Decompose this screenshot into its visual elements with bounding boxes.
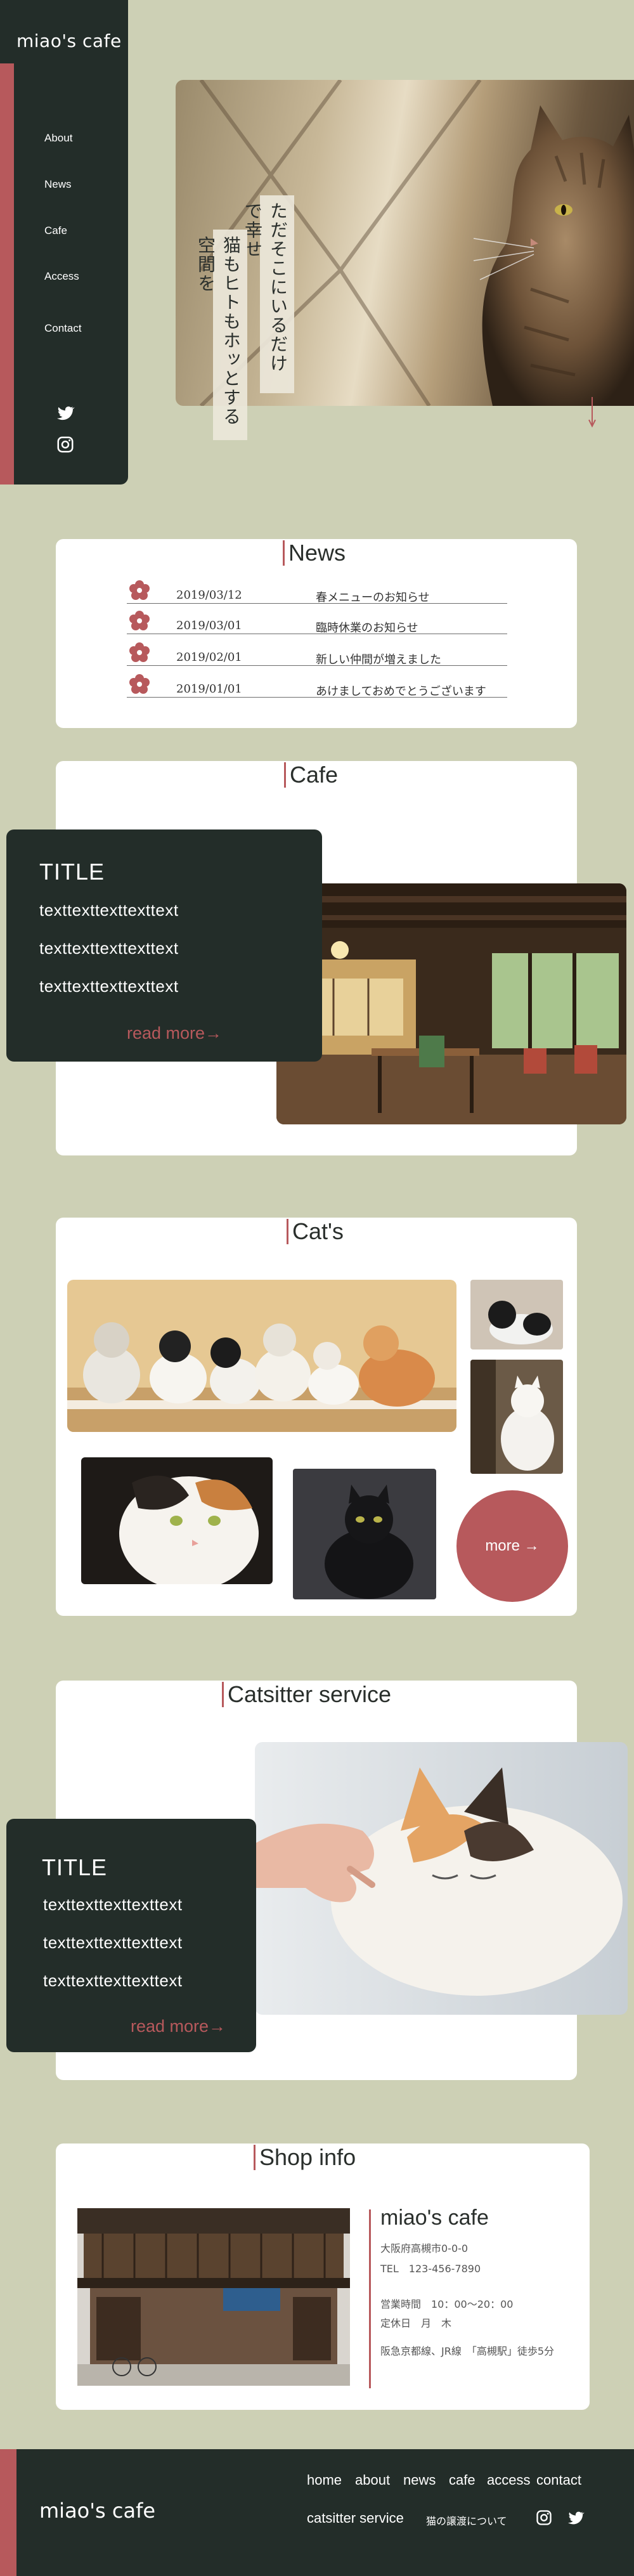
news-section-title: News bbox=[283, 540, 346, 566]
catsitter-info-box: TITLE texttexttexttexttext texttexttextt… bbox=[6, 1819, 256, 2052]
twitter-icon[interactable] bbox=[56, 403, 75, 422]
news-item[interactable]: 2019/03/12 春メニューのお知らせ bbox=[127, 578, 507, 604]
hero-tagline-2: 猫もヒトもホッとする空間を bbox=[195, 230, 247, 440]
nav-about[interactable]: About bbox=[44, 132, 72, 145]
scroll-indicator-icon bbox=[588, 397, 596, 427]
instagram-icon[interactable] bbox=[56, 435, 75, 454]
catsitter-photo bbox=[255, 1742, 628, 2015]
cat-photo-white bbox=[470, 1360, 563, 1474]
news-date: 2019/03/12 bbox=[176, 589, 242, 602]
footer-link-about[interactable]: about bbox=[355, 2472, 390, 2488]
shop-accent-bar bbox=[369, 2209, 371, 2388]
sidebar-accent-bar bbox=[0, 63, 14, 485]
footer-link-catsitter[interactable]: catsitter service bbox=[307, 2510, 404, 2527]
news-link[interactable]: 春メニューのお知らせ bbox=[316, 589, 430, 605]
footer-logo[interactable]: miao's cafe bbox=[39, 2499, 155, 2523]
cat-photo-black bbox=[293, 1469, 436, 1599]
news-item[interactable]: 2019/03/01 臨時休業のお知らせ bbox=[127, 609, 507, 635]
cats-section-title: Cat's bbox=[287, 1219, 344, 1244]
cafe-box-text-line: texttexttexttexttext bbox=[39, 939, 179, 958]
news-link[interactable]: 臨時休業のお知らせ bbox=[316, 619, 418, 635]
footer-link-contact[interactable]: contact bbox=[536, 2472, 581, 2488]
shop-access: 阪急京都線、JR線 「高槻駅」徒歩5分 bbox=[380, 2345, 555, 2357]
news-date: 2019/02/01 bbox=[176, 651, 242, 664]
footer-link-home[interactable]: home bbox=[307, 2472, 342, 2488]
hero-tagline-1: ただそこにいるだけで幸せ bbox=[242, 195, 294, 393]
flower-bullet-icon bbox=[129, 580, 150, 600]
cats-more-button[interactable]: more → bbox=[456, 1490, 568, 1602]
footer-link-news[interactable]: news bbox=[403, 2472, 436, 2488]
cat-photo-bw bbox=[470, 1280, 563, 1350]
catsitter-section-title: Catsitter service bbox=[222, 1682, 391, 1707]
shop-name: miao's cafe bbox=[380, 2206, 489, 2230]
flower-bullet-icon bbox=[129, 642, 150, 662]
news-link[interactable]: 新しい仲間が増えました bbox=[316, 651, 441, 667]
nav-cafe[interactable]: Cafe bbox=[44, 224, 67, 237]
cafe-box-text-line: texttexttexttexttext bbox=[39, 977, 179, 996]
footer: miao's cafe home about news cafe access … bbox=[0, 2449, 634, 2576]
shop-section-title: Shop info bbox=[254, 2145, 356, 2170]
footer-link-access[interactable]: access bbox=[487, 2472, 530, 2488]
instagram-icon[interactable] bbox=[535, 2509, 553, 2527]
cat-photo-calico bbox=[81, 1457, 273, 1584]
site-logo[interactable]: miao's cafe bbox=[16, 30, 122, 51]
shop-exterior-photo bbox=[77, 2208, 350, 2386]
sidebar: miao's cafe About News Cafe Access Conta… bbox=[0, 0, 128, 485]
footer-link-cafe[interactable]: cafe bbox=[449, 2472, 476, 2488]
twitter-icon[interactable] bbox=[567, 2509, 585, 2527]
catsitter-box-text-line: texttexttexttexttext bbox=[43, 1895, 183, 1914]
cafe-section-title: Cafe bbox=[284, 762, 338, 788]
nav-news[interactable]: News bbox=[44, 178, 72, 191]
news-link[interactable]: あけましておめでとうございます bbox=[316, 682, 486, 699]
flower-bullet-icon bbox=[129, 611, 150, 630]
footer-link-adoption[interactable]: 猫の譲渡について bbox=[426, 2513, 507, 2528]
cafe-box-text-line: texttexttexttexttext bbox=[39, 901, 179, 920]
nav-contact[interactable]: Contact bbox=[44, 322, 82, 335]
news-date: 2019/01/01 bbox=[176, 682, 242, 696]
cafe-read-more-link[interactable]: read more→ bbox=[127, 1024, 222, 1043]
nav-access[interactable]: Access bbox=[44, 270, 79, 283]
news-item[interactable]: 2019/02/01 新しい仲間が増えました bbox=[127, 641, 507, 667]
cafe-info-box: TITLE texttexttexttexttext texttexttextt… bbox=[6, 829, 322, 1062]
shop-tel: TEL 123-456-7890 bbox=[380, 2263, 481, 2275]
catsitter-read-more-link[interactable]: read more→ bbox=[131, 2017, 226, 2036]
catsitter-box-title: TITLE bbox=[42, 1854, 108, 1880]
news-date: 2019/03/01 bbox=[176, 619, 242, 632]
cats-group-photo bbox=[67, 1280, 456, 1432]
cafe-interior-photo bbox=[276, 883, 626, 1124]
footer-accent-bar bbox=[0, 2449, 16, 2576]
cafe-box-title: TITLE bbox=[39, 859, 105, 885]
news-item[interactable]: 2019/01/01 あけましておめでとうございます bbox=[127, 672, 507, 698]
catsitter-box-text-line: texttexttexttexttext bbox=[43, 1971, 183, 1990]
shop-address: 大阪府高槻市0-0-0 bbox=[380, 2242, 469, 2254]
shop-closed-days: 定休日 月 木 bbox=[380, 2317, 452, 2329]
shop-hours: 営業時間 10：00〜20：00 bbox=[380, 2298, 514, 2310]
flower-bullet-icon bbox=[129, 674, 150, 694]
catsitter-box-text-line: texttexttexttexttext bbox=[43, 1933, 183, 1952]
